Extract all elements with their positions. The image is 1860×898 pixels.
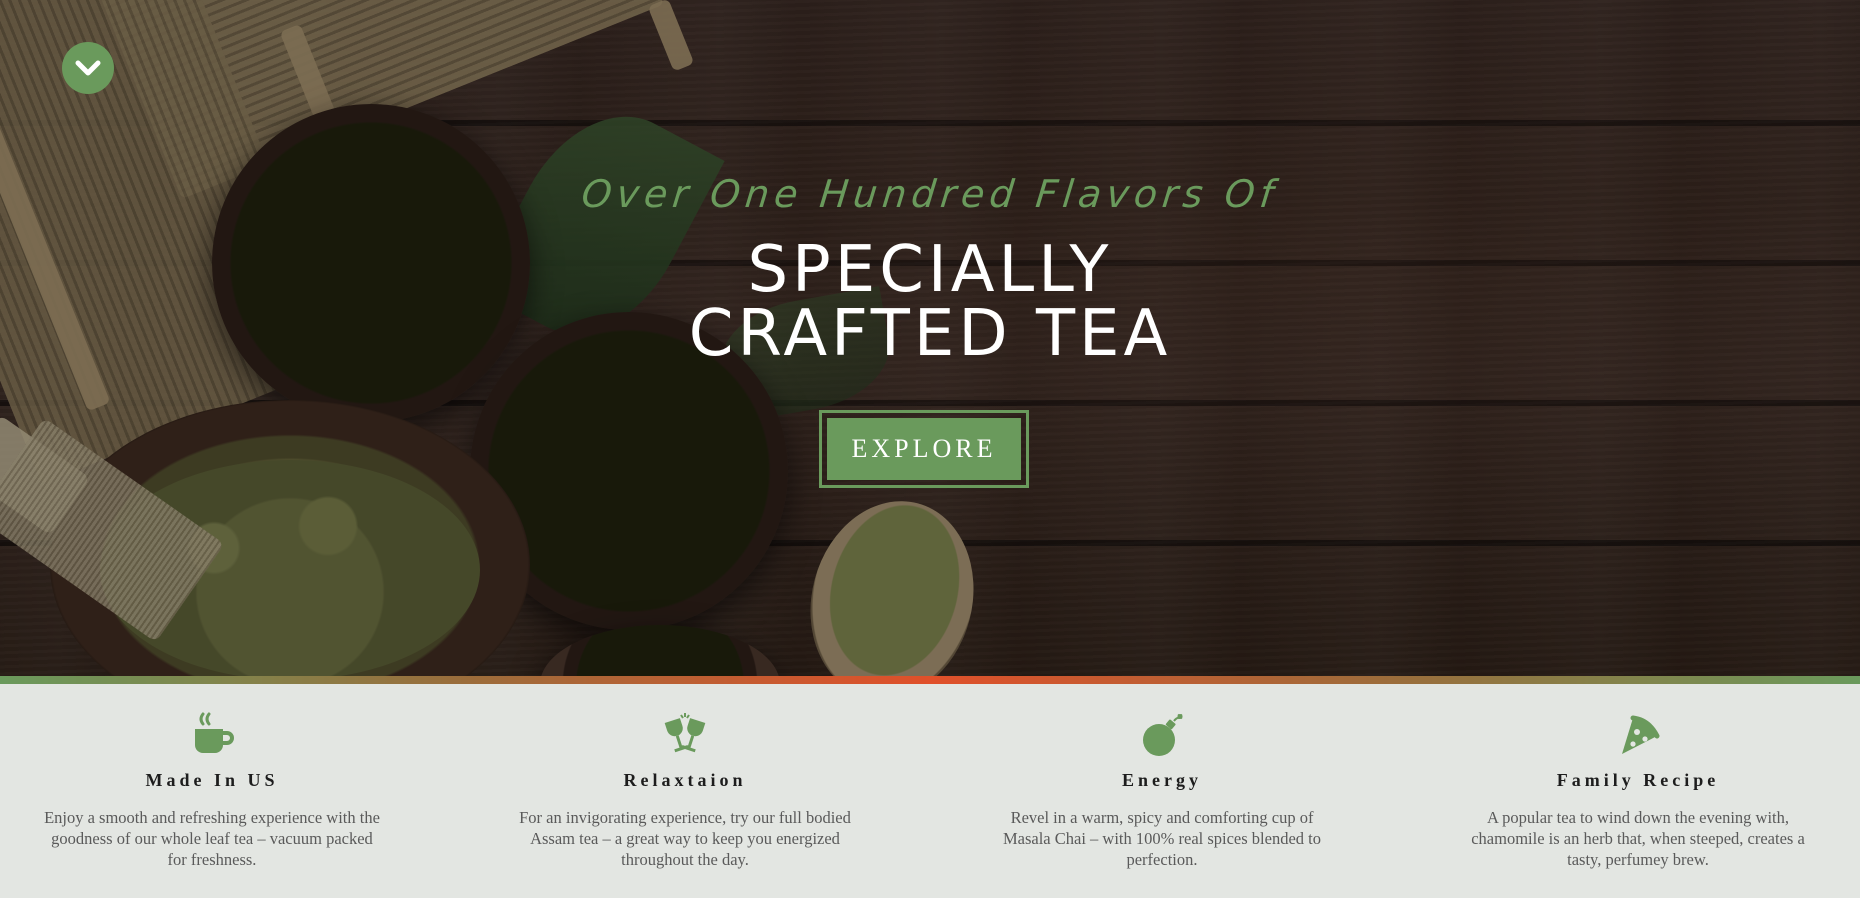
chevron-down-icon — [75, 60, 101, 76]
feature-card: Made In US Enjoy a smooth and refreshing… — [42, 712, 382, 870]
bomb-icon — [1143, 713, 1183, 756]
feature-title: Relaxtaion — [623, 770, 747, 790]
section-divider — [0, 676, 1860, 684]
pizza-slice-icon — [1622, 715, 1660, 754]
toasting-glasses-icon — [664, 713, 706, 753]
hero-headline: SPECIALLY CRAFTED TEA — [0, 238, 1860, 366]
hero-headline-line: SPECIALLY — [747, 233, 1113, 307]
feature-card: Family Recipe A popular tea to wind down… — [1468, 712, 1808, 870]
feature-title: Made In US — [145, 770, 279, 790]
explore-button[interactable]: EXPLORE — [827, 418, 1021, 480]
hero-section: Over One Hundred Flavors Of SPECIALLY CR… — [0, 0, 1860, 676]
hero-tagline: Over One Hundred Flavors Of — [579, 172, 1281, 216]
feature-card: Energy Revel in a warm, spicy and comfor… — [992, 712, 1332, 870]
feature-description: A popular tea to wind down the evening w… — [1471, 808, 1805, 869]
hero-headline-line: CRAFTED TEA — [688, 297, 1172, 371]
coffee-cup-icon — [195, 712, 234, 753]
feature-description: For an invigorating experience, try our … — [519, 808, 851, 869]
feature-description: Enjoy a smooth and refreshing experience… — [44, 808, 380, 869]
menu-toggle-button[interactable] — [62, 42, 114, 94]
feature-title: Energy — [1122, 770, 1202, 790]
feature-title: Family Recipe — [1556, 770, 1720, 790]
explore-button-frame[interactable]: EXPLORE — [819, 410, 1029, 488]
feature-description: Revel in a warm, spicy and comforting cu… — [1002, 808, 1321, 869]
feature-card: Relaxtaion For an invigorating experienc… — [515, 712, 855, 870]
